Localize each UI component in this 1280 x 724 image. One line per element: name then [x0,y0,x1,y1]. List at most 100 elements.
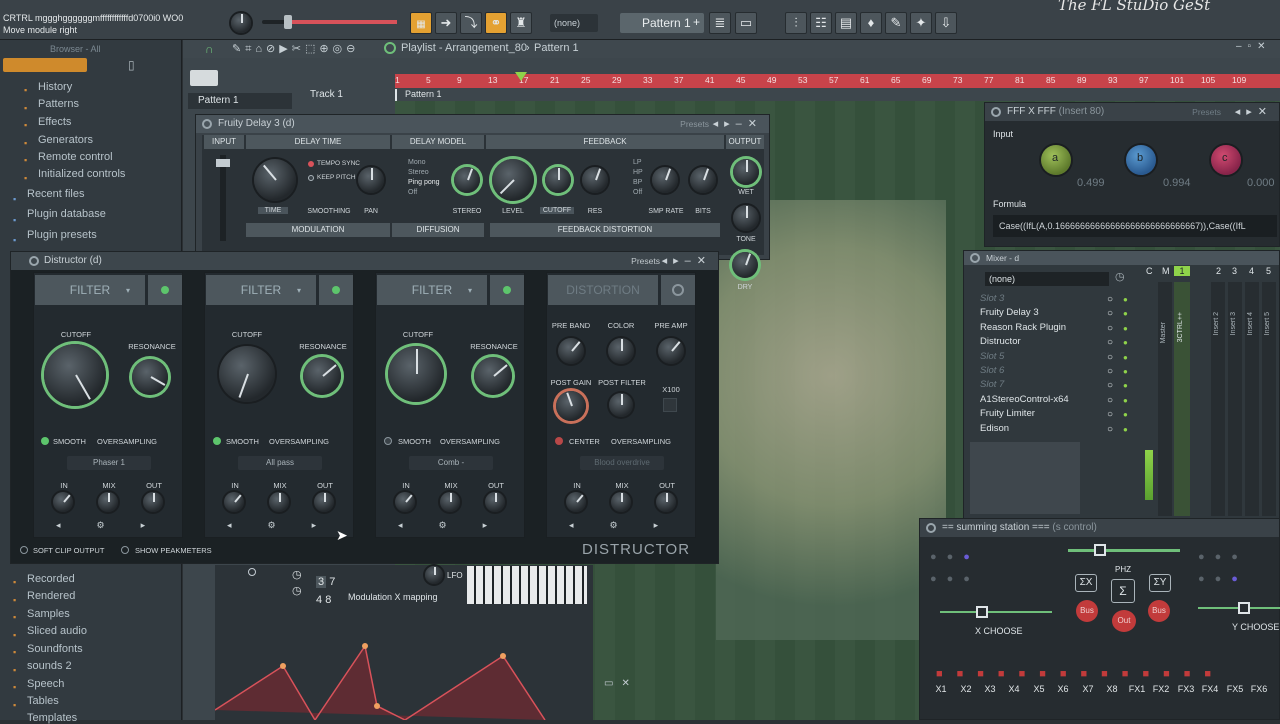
fruity-delay-titlebar[interactable]: Fruity Delay 3 (d) Presets ◂▸–✕ [196,115,769,133]
mod-radio[interactable] [248,568,256,576]
time-knob[interactable] [254,159,296,201]
mixer-clock-icon[interactable]: ◷ [1115,270,1125,283]
distructor-titlebar[interactable]: Distructor (d) Presets ◂▸–✕ [11,252,718,270]
gear-icon[interactable] [991,107,1001,117]
browser-file-icon[interactable]: ▯ [128,58,135,72]
browser-icon[interactable]: ▤ [835,12,857,34]
playlist-window-buttons[interactable]: –▫✕ [1236,41,1272,52]
mixer-slot[interactable]: Fruity Delay 3 [980,306,1110,320]
channel-c[interactable]: C [1146,266,1153,276]
link-icon[interactable]: ⚭ [485,12,507,34]
module-4-post-gain-knob[interactable] [556,391,586,421]
module-4-pre-amp-knob[interactable] [658,338,684,364]
fx1-button[interactable]: FX1 [1126,684,1148,694]
presets-label[interactable]: Presets [1192,103,1221,121]
fff-titlebar[interactable]: FFF X FFF (Insert 80) Presets ◂▸✕ [985,103,1279,121]
browser-item-tables[interactable]: Tables [27,695,59,707]
module-1-dropdown-icon[interactable]: ▾ [126,286,130,295]
master-volume-knob[interactable] [231,13,251,33]
presets-label[interactable]: Presets [680,115,709,133]
bus-x-button[interactable]: Bus [1076,600,1098,622]
module-4-out-knob[interactable] [656,492,676,512]
fx5-button[interactable]: FX5 [1224,684,1246,694]
module-3-nav[interactable]: ◂⚙▸ [398,520,523,531]
mixer-slot[interactable]: Slot 7 [980,378,1110,392]
module-3-resonance-knob[interactable] [474,357,512,395]
module-3-dropdown-icon[interactable]: ▾ [468,286,472,295]
mixer-strip-insert-1[interactable]: 3CTRL++ [1174,282,1190,516]
presets-label[interactable]: Presets [631,252,660,270]
gear-icon[interactable] [970,253,980,263]
mini-keyboard[interactable] [467,566,587,604]
channel-rack-icon[interactable]: ☷ [810,12,832,34]
module-3-cutoff-knob[interactable] [388,346,444,402]
render-icon[interactable]: ⇩ [935,12,957,34]
module-3-mode-select[interactable]: Comb - [409,456,493,470]
x7-button[interactable]: X7 [1077,684,1099,694]
channel-3[interactable]: 3 [1232,266,1237,276]
master-pitch-slider[interactable] [262,15,397,29]
fx2-button[interactable]: FX2 [1150,684,1172,694]
mixer-slot[interactable]: Distructor [980,335,1110,349]
module-4-x100-toggle[interactable] [663,398,677,412]
module-4-pre-band-knob[interactable] [558,338,584,364]
bus-y-button[interactable]: Bus [1148,600,1170,622]
clock-icon-2[interactable]: ◷ [292,584,302,597]
sum-button[interactable]: Σ [1111,579,1135,603]
wet-knob[interactable] [733,159,759,185]
module-1-cutoff-knob[interactable] [44,344,106,406]
dry-knob[interactable] [732,252,758,278]
mixer-preset-select[interactable]: (none) [985,272,1109,286]
browser-item-effects[interactable]: Effects [38,116,71,128]
knob-b[interactable]: b [1126,145,1156,175]
delay-model-option[interactable]: Off [408,188,440,198]
browser-item-initialized-controls[interactable]: Initialized controls [38,168,125,180]
delay-model-list[interactable]: Mono Stereo Ping pong Off [408,158,440,198]
x1-button[interactable]: X1 [930,684,952,694]
browser-item-plugin-database[interactable]: Plugin database [27,208,106,220]
gear-icon[interactable] [202,119,212,129]
mixer-slot[interactable]: Reason Rack Plugin [980,321,1110,335]
module-2-nav[interactable]: ◂⚙▸ [227,520,352,531]
step-icon[interactable]: ⤵ [460,12,482,34]
x8-button[interactable]: X8 [1101,684,1123,694]
module-1-power-button[interactable] [148,275,182,305]
filter-type-option[interactable]: Off [633,188,643,198]
formula-input[interactable]: Case((IfL(A,0.16666666666666666666666666… [993,215,1277,237]
module-4-mode-select[interactable]: Blood overdrive [580,456,664,470]
playlist-icon[interactable]: ≣ [709,12,731,34]
module-4-type[interactable]: DISTORTION [548,275,658,305]
browser-item-generators[interactable]: Generators [38,134,93,146]
window-buttons[interactable]: ◂▸✕ [1235,103,1273,121]
module-4-mix-knob[interactable] [611,492,631,512]
module-3-in-knob[interactable] [395,492,415,512]
module-2-in-knob[interactable] [224,492,244,512]
level-knob[interactable] [492,159,534,201]
mixer-slot[interactable]: Slot 5 [980,350,1110,364]
knob-a[interactable]: a [1041,145,1071,175]
mixer-slot[interactable]: A1StereoControl-x64 [980,393,1110,407]
browser-item-history[interactable]: History [38,81,72,93]
res-knob[interactable] [582,167,608,193]
phz-slider[interactable] [1068,544,1180,556]
playhead-marker[interactable] [515,72,527,81]
tempo-sync-led[interactable] [308,161,314,167]
module-1-mode-select[interactable]: Phaser 1 [67,456,151,470]
playlist-power-icon[interactable] [384,42,396,54]
summing-titlebar[interactable]: == summing station === (s control) [920,519,1279,537]
channel-m[interactable]: M [1162,266,1170,276]
module-4-post-filter-knob[interactable] [609,393,633,417]
module-3-power-button[interactable] [490,275,524,305]
window-buttons[interactable]: ◂▸–✕ [662,252,712,270]
module-2-power-button[interactable] [319,275,353,305]
add-pattern-icon[interactable]: + [693,15,700,29]
summing-dots-left[interactable]: ●●● ●●● [930,546,980,590]
browser-item-recent-files[interactable]: Recent files [27,188,84,200]
soft-clip-toggle[interactable] [20,546,28,554]
bits-knob[interactable] [690,167,716,193]
module-2-dropdown-icon[interactable]: ▾ [297,286,301,295]
show-peak-toggle[interactable] [121,546,129,554]
clock-icon[interactable]: ◷ [292,568,302,581]
tone-knob[interactable] [733,205,759,231]
delay-model-option[interactable]: Mono [408,158,440,168]
